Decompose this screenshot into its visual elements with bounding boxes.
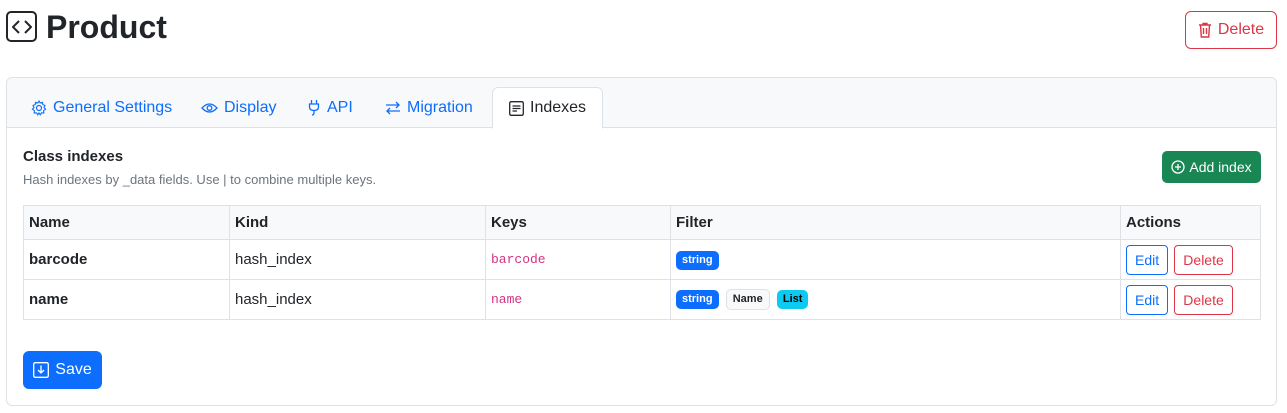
delete-index-button[interactable]: Delete — [1174, 244, 1233, 275]
page-header: Product Delete — [0, 0, 1287, 60]
index-keys: barcode — [485, 239, 671, 280]
index-keys: name — [485, 279, 671, 320]
delete-class-label: Delete — [1217, 21, 1265, 38]
table-row: name hash_index name string Name List Ed… — [23, 279, 1261, 320]
column-header-kind: Kind — [229, 205, 486, 240]
filter-badge: string — [676, 290, 719, 309]
tab-label: API — [327, 98, 353, 116]
settings-card: General Settings Display API Migration I… — [6, 77, 1277, 406]
tab-bar: General Settings Display API Migration I… — [7, 78, 1276, 129]
index-name: name — [23, 279, 230, 320]
index-actions: Edit Delete — [1120, 279, 1261, 320]
table-header-row: Name Kind Keys Filter Actions — [23, 205, 1261, 240]
page-title: Product — [46, 9, 167, 45]
index-name: barcode — [23, 239, 230, 280]
tab-label: Display — [224, 98, 277, 116]
add-index-label: Add index — [1189, 159, 1252, 175]
edit-index-button[interactable]: Edit — [1126, 244, 1169, 275]
save-label: Save — [55, 361, 92, 378]
plus-circle-icon — [1171, 160, 1186, 174]
trash-icon — [1198, 22, 1212, 38]
index-kind: hash_index — [229, 239, 486, 280]
edit-index-button[interactable]: Edit — [1126, 284, 1169, 315]
tab-indexes[interactable]: Indexes — [492, 87, 604, 129]
column-header-actions: Actions — [1120, 205, 1261, 240]
delete-class-button[interactable]: Delete — [1185, 11, 1277, 49]
tab-api[interactable]: API — [291, 87, 369, 128]
column-header-name: Name — [23, 205, 230, 240]
add-index-button[interactable]: Add index — [1162, 151, 1261, 183]
tab-migration[interactable]: Migration — [369, 87, 489, 128]
tab-label: General Settings — [53, 98, 173, 116]
tab-display[interactable]: Display — [185, 87, 292, 128]
index-filter: string Name List — [670, 279, 1121, 320]
code-brackets-icon — [6, 11, 37, 42]
column-header-filter: Filter — [670, 205, 1121, 240]
save-button[interactable]: Save — [23, 351, 102, 389]
filter-badge: string — [676, 250, 719, 270]
plug-icon — [307, 99, 321, 116]
index-kind: hash_index — [229, 279, 486, 320]
index-actions: Edit Delete — [1120, 239, 1261, 280]
table-row: barcode hash_index barcode string Edit D… — [23, 239, 1261, 280]
tab-label: Indexes — [530, 99, 587, 116]
delete-index-button[interactable]: Delete — [1174, 284, 1233, 315]
tab-label: Migration — [407, 98, 473, 116]
filter-badge: Name — [725, 289, 770, 310]
indexes-table: Name Kind Keys Filter Actions barcode ha… — [23, 205, 1261, 320]
arrows-exchange-icon — [385, 101, 401, 115]
column-header-keys: Keys — [485, 205, 671, 240]
section-description: Hash indexes by _data fields. Use | to c… — [23, 172, 377, 187]
filter-badge: List — [776, 290, 809, 309]
tab-general-settings[interactable]: General Settings — [15, 87, 188, 128]
download-icon — [33, 362, 50, 378]
eye-icon — [201, 102, 218, 114]
section-title: Class indexes — [23, 148, 124, 165]
index-filter: string — [670, 239, 1121, 280]
gear-icon — [31, 99, 47, 116]
list-icon — [509, 100, 524, 116]
